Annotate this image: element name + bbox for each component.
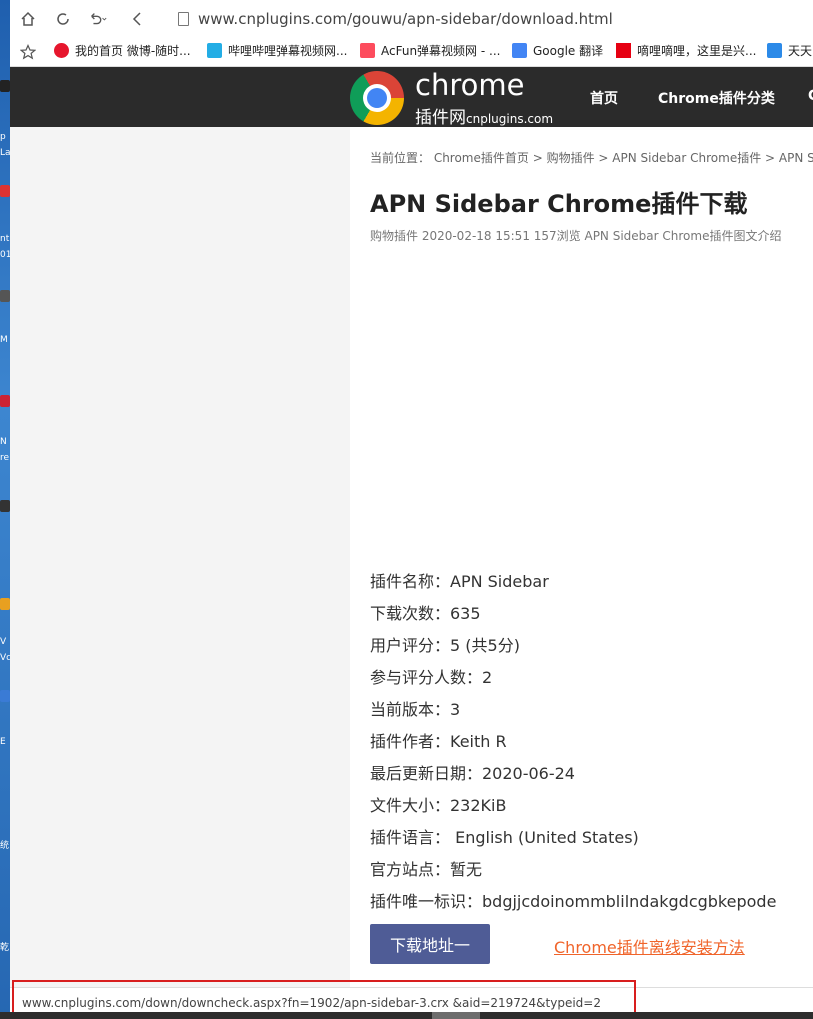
acfun-icon — [360, 43, 375, 58]
url-field[interactable]: www.cnplugins.com/gouwu/apn-sidebar/down… — [198, 10, 613, 28]
google-translate-icon — [512, 43, 527, 58]
status-url: www.cnplugins.com/down/downcheck.aspx?fn… — [22, 996, 601, 1010]
weibo-icon — [54, 43, 69, 58]
dilidili-icon — [616, 43, 631, 58]
refresh-icon[interactable] — [53, 9, 73, 29]
tiantian-icon — [767, 43, 782, 58]
bookmark-label: Google 翻译 — [533, 44, 604, 58]
desktop-icon[interactable] — [0, 290, 10, 302]
logo-subtitle: 插件网cnplugins.com — [415, 103, 553, 128]
info-raters: 参与评分人数：2 — [370, 668, 493, 687]
bookmark-dilidili[interactable]: 嘀哩嘀哩，这里是兴... — [616, 42, 756, 59]
bookmarks-bar: 我的首页 微博-随时... 哔哩哔哩弹幕视频网... AcFun弹幕视频网 - … — [10, 38, 813, 67]
install-guide-link[interactable]: Chrome插件离线安装方法 — [554, 934, 745, 958]
undo-icon[interactable] — [88, 9, 108, 29]
bookmark-label: 我的首页 微博-随时... — [75, 44, 191, 58]
bookmark-weibo[interactable]: 我的首页 微博-随时... — [54, 42, 191, 59]
desktop-icon[interactable] — [0, 500, 10, 512]
bookmark-acfun[interactable]: AcFun弹幕视频网 - ... — [360, 42, 500, 59]
bookmark-bilibili[interactable]: 哔哩哔哩弹幕视频网... — [207, 42, 347, 59]
desktop-icon[interactable] — [0, 690, 10, 702]
download-button[interactable]: 下载地址一 — [370, 924, 490, 964]
bookmark-label: 天天 — [788, 44, 813, 58]
desktop-icon[interactable] — [0, 80, 10, 92]
info-version: 当前版本：3 — [370, 700, 461, 719]
page-icon — [178, 12, 189, 26]
bilibili-icon — [207, 43, 222, 58]
page-title: APN Sidebar Chrome插件下载 — [370, 190, 748, 218]
back-icon[interactable] — [128, 9, 148, 29]
bookmark-label: 嘀哩嘀哩，这里是兴... — [637, 44, 757, 58]
logo-domain: cnplugins.com — [466, 112, 554, 126]
breadcrumb[interactable]: 当前位置： Chrome插件首页 > 购物插件 > APN Sidebar Ch… — [370, 149, 813, 166]
desktop-icon[interactable] — [0, 598, 10, 610]
logo-sub-text: 插件网 — [415, 108, 466, 128]
browser-window: www.cnplugins.com/gouwu/apn-sidebar/down… — [10, 0, 813, 1019]
star-icon[interactable] — [18, 42, 38, 62]
nav-home[interactable]: 首页 — [590, 88, 618, 108]
desktop-icon[interactable] — [0, 185, 10, 197]
scrollbar-thumb[interactable] — [432, 1012, 480, 1019]
bookmark-tiantian[interactable]: 天天 — [767, 42, 812, 59]
info-id: 插件唯一标识：bdgjjcdoinommblilndakgdcgbkepode — [370, 892, 777, 911]
bookmark-label: AcFun弹幕视频网 - ... — [381, 44, 501, 58]
info-author: 插件作者：Keith R — [370, 732, 507, 751]
info-downloads: 下载次数：635 — [370, 604, 481, 623]
desktop-icon[interactable] — [0, 395, 10, 407]
info-website: 官方站点：暂无 — [370, 860, 483, 879]
address-bar: www.cnplugins.com/gouwu/apn-sidebar/down… — [10, 0, 813, 39]
site-header: chrome 插件网cnplugins.com 首页 Chrome插件分类 C — [10, 67, 813, 128]
info-name: 插件名称：APN Sidebar — [370, 572, 549, 591]
info-rating: 用户评分：5 (共5分) — [370, 636, 520, 655]
bookmark-label: 哔哩哔哩弹幕视频网... — [228, 44, 348, 58]
info-language: 插件语言： English (United States) — [370, 828, 639, 847]
info-updated: 最后更新日期：2020-06-24 — [370, 764, 575, 783]
article-meta: 购物插件 2020-02-18 15:51 157浏览 APN Sidebar … — [370, 229, 782, 243]
info-size: 文件大小：232KiB — [370, 796, 507, 815]
logo-title[interactable]: chrome — [415, 68, 524, 102]
bookmark-google-translate[interactable]: Google 翻译 — [512, 42, 603, 59]
chrome-logo-icon[interactable] — [350, 71, 404, 125]
home-icon[interactable] — [18, 9, 38, 29]
horizontal-scrollbar[interactable] — [0, 1012, 813, 1019]
nav-categories[interactable]: Chrome插件分类 — [658, 88, 775, 108]
nav-more[interactable]: C — [808, 88, 813, 104]
